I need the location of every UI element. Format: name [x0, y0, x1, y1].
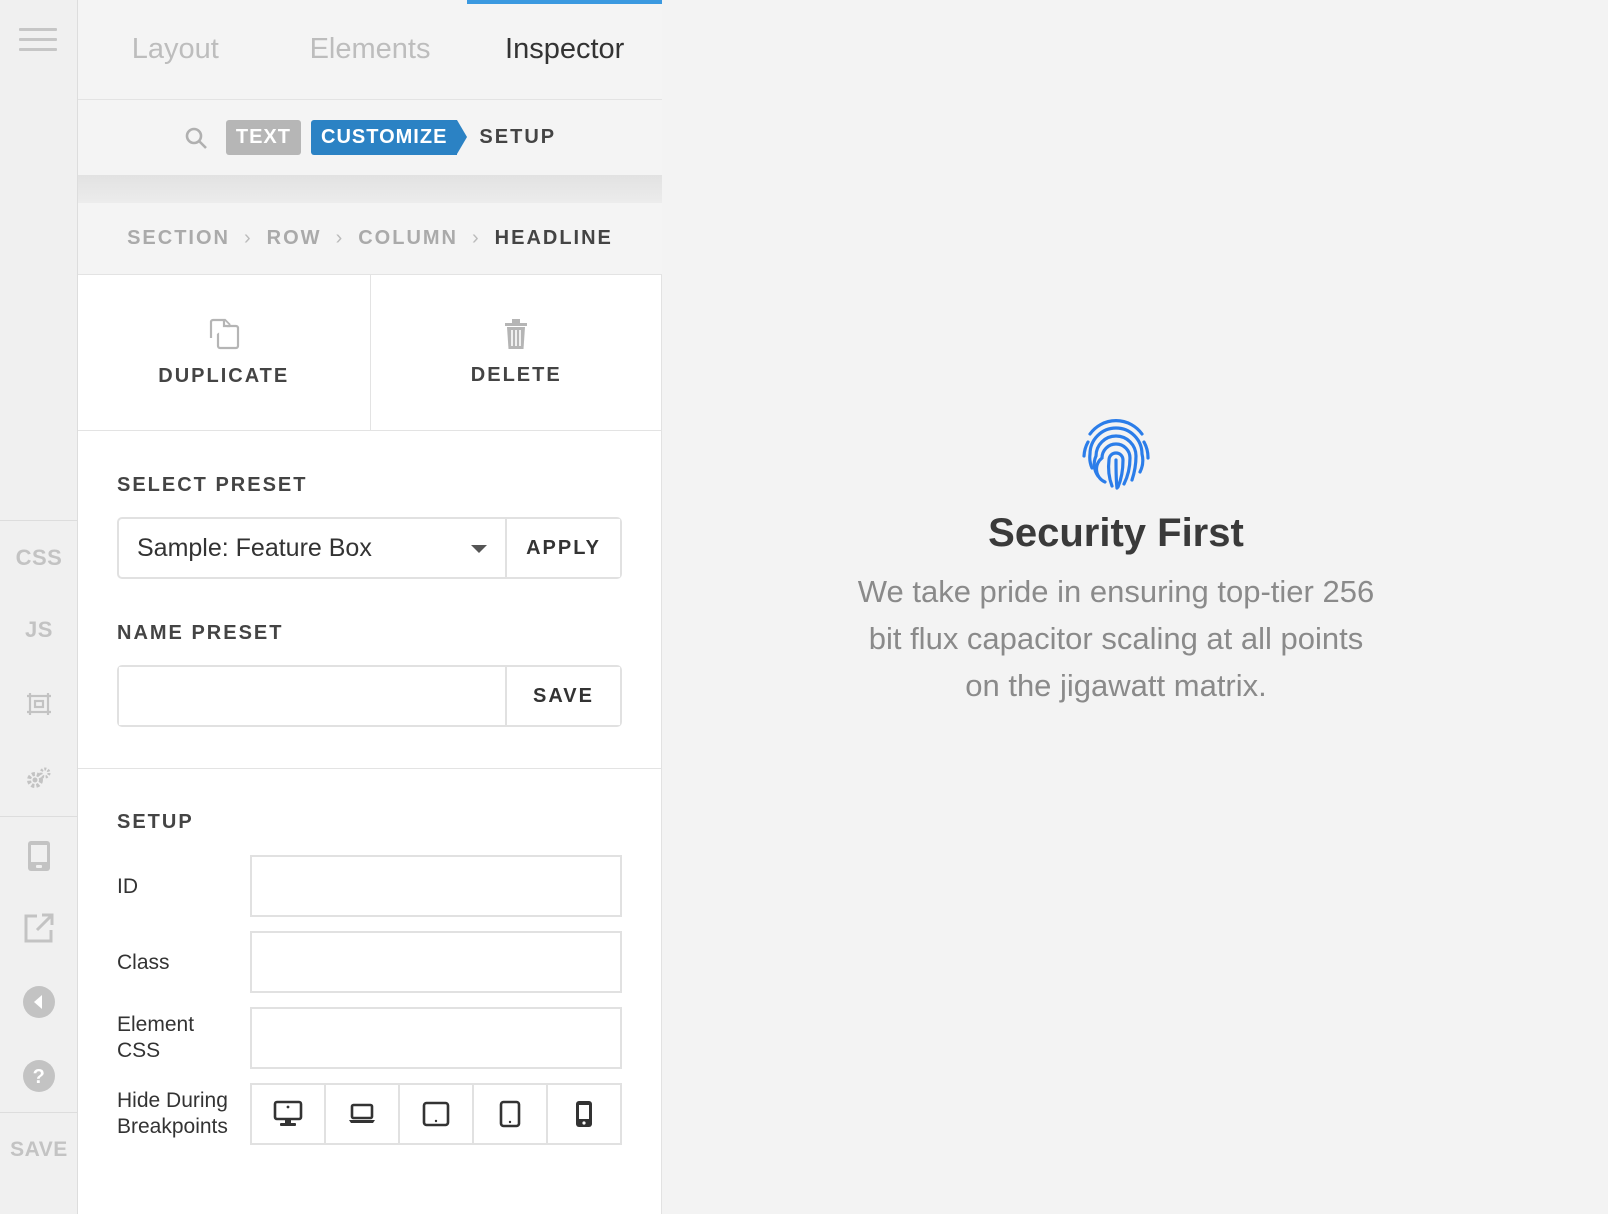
breadcrumb-column[interactable]: COLUMN: [358, 227, 458, 250]
divider-band: [78, 175, 662, 203]
search-icon[interactable]: [184, 126, 208, 150]
breadcrumb-row[interactable]: ROW: [267, 227, 322, 250]
tablet-landscape-icon: [422, 1101, 450, 1127]
select-preset-label: SELECT PRESET: [117, 474, 308, 496]
breakpoint-toggles: [250, 1083, 622, 1145]
feature-title: Security First: [988, 511, 1244, 555]
js-button[interactable]: JS: [0, 600, 78, 660]
save-button[interactable]: SAVE: [0, 1120, 78, 1180]
inspector-subnav: TEXT CUSTOMIZE SETUP: [78, 100, 662, 175]
hide-breakpoints-label: Hide During Breakpoints: [117, 1088, 228, 1140]
chevron-right-icon: ›: [335, 227, 345, 249]
preset-section: SELECT PRESET Sample: Feature Box APPLY …: [78, 431, 662, 769]
help-icon[interactable]: ?: [0, 1046, 78, 1106]
gears-icon[interactable]: [0, 748, 78, 808]
fingerprint-icon: [1082, 419, 1150, 490]
rail-divider: [0, 520, 78, 521]
svg-text:?: ?: [33, 1066, 46, 1088]
select-preset-group: Sample: Feature Box APPLY: [117, 517, 622, 579]
hide-breakpoints-label-line1: Hide During: [117, 1089, 228, 1112]
setup-heading: SETUP: [117, 811, 194, 833]
tablet-landscape-breakpoint-toggle[interactable]: [398, 1085, 472, 1143]
name-preset-group: SAVE: [117, 665, 622, 727]
preset-select[interactable]: Sample: Feature Box: [119, 519, 505, 577]
rail-divider: [0, 816, 78, 817]
duplicate-icon: [209, 318, 239, 350]
text-tab[interactable]: TEXT: [225, 120, 301, 155]
desktop-breakpoint-toggle[interactable]: [252, 1085, 324, 1143]
rail-divider: [0, 1112, 78, 1113]
chevron-down-icon: [471, 545, 487, 553]
class-label: Class: [117, 951, 170, 974]
setup-tab[interactable]: SETUP: [479, 126, 556, 149]
duplicate-label: DUPLICATE: [158, 365, 290, 387]
feature-description-line3: on the jigawatt matrix.: [965, 668, 1267, 703]
breadcrumb: SECTION › ROW › COLUMN › HEADLINE: [78, 203, 662, 275]
tablet-portrait-breakpoint-toggle[interactable]: [472, 1085, 546, 1143]
feature-description-line1: We take pride in ensuring top-tier 256: [857, 574, 1375, 609]
element-css-label-line2: CSS: [117, 1039, 161, 1062]
inspector-panel: Layout Elements Inspector TEXT CUSTOMIZE…: [78, 0, 662, 1214]
feature-description: We take pride in ensuring top-tier 256 b…: [813, 568, 1419, 709]
preset-name-input[interactable]: [119, 667, 505, 725]
element-css-label: Element CSS: [117, 1012, 194, 1064]
setup-section: SETUP ID Class Element CSS Hide During B…: [78, 769, 662, 1214]
apply-button[interactable]: APPLY: [505, 519, 620, 577]
delete-label: DELETE: [470, 364, 562, 386]
name-preset-label: NAME PRESET: [117, 622, 284, 644]
preset-select-value: Sample: Feature Box: [137, 533, 372, 562]
element-css-label-line1: Element: [117, 1013, 195, 1036]
frame-icon[interactable]: [0, 674, 78, 734]
phone-icon: [576, 1101, 592, 1127]
back-icon[interactable]: [0, 972, 78, 1032]
tab-elements[interactable]: Elements: [273, 0, 468, 99]
laptop-icon: [349, 1103, 375, 1123]
panel-tabs: Layout Elements Inspector: [78, 0, 662, 100]
chevron-right-icon: ›: [244, 227, 253, 249]
tablet-portrait-icon: [499, 1100, 521, 1128]
breadcrumb-headline: HEADLINE: [494, 227, 613, 249]
hamburger-icon[interactable]: [19, 28, 57, 52]
page-canvas: Security First We take pride in ensuring…: [663, 0, 1608, 1214]
phone-breakpoint-toggle[interactable]: [546, 1085, 620, 1143]
tab-layout[interactable]: Layout: [78, 0, 273, 99]
delete-button[interactable]: DELETE: [369, 275, 663, 430]
hide-breakpoints-label-line2: Breakpoints: [117, 1115, 228, 1138]
customize-tab[interactable]: CUSTOMIZE: [311, 120, 468, 155]
tablet-icon[interactable]: [0, 826, 78, 886]
save-preset-button[interactable]: SAVE: [505, 667, 620, 725]
laptop-breakpoint-toggle[interactable]: [324, 1085, 398, 1143]
element-actions: DUPLICATE DELETE: [78, 275, 662, 431]
chevron-right-icon: ›: [472, 227, 481, 249]
element-css-input[interactable]: [250, 1007, 622, 1069]
id-input[interactable]: [250, 855, 622, 917]
external-link-icon[interactable]: [0, 898, 78, 958]
class-input[interactable]: [250, 931, 622, 993]
left-rail: CSS JS ? SAVE: [0, 0, 78, 1214]
feature-description-line2: bit flux capacitor scaling at all points: [868, 621, 1364, 656]
desktop-icon: [273, 1100, 303, 1126]
tab-inspector[interactable]: Inspector: [467, 0, 662, 99]
css-button[interactable]: CSS: [0, 528, 78, 588]
trash-icon: [505, 319, 528, 349]
id-label: ID: [117, 875, 138, 898]
breadcrumb-section[interactable]: SECTION: [127, 227, 230, 250]
duplicate-button[interactable]: DUPLICATE: [78, 275, 370, 430]
feature-box[interactable]: Security First We take pride in ensuring…: [813, 412, 1419, 709]
